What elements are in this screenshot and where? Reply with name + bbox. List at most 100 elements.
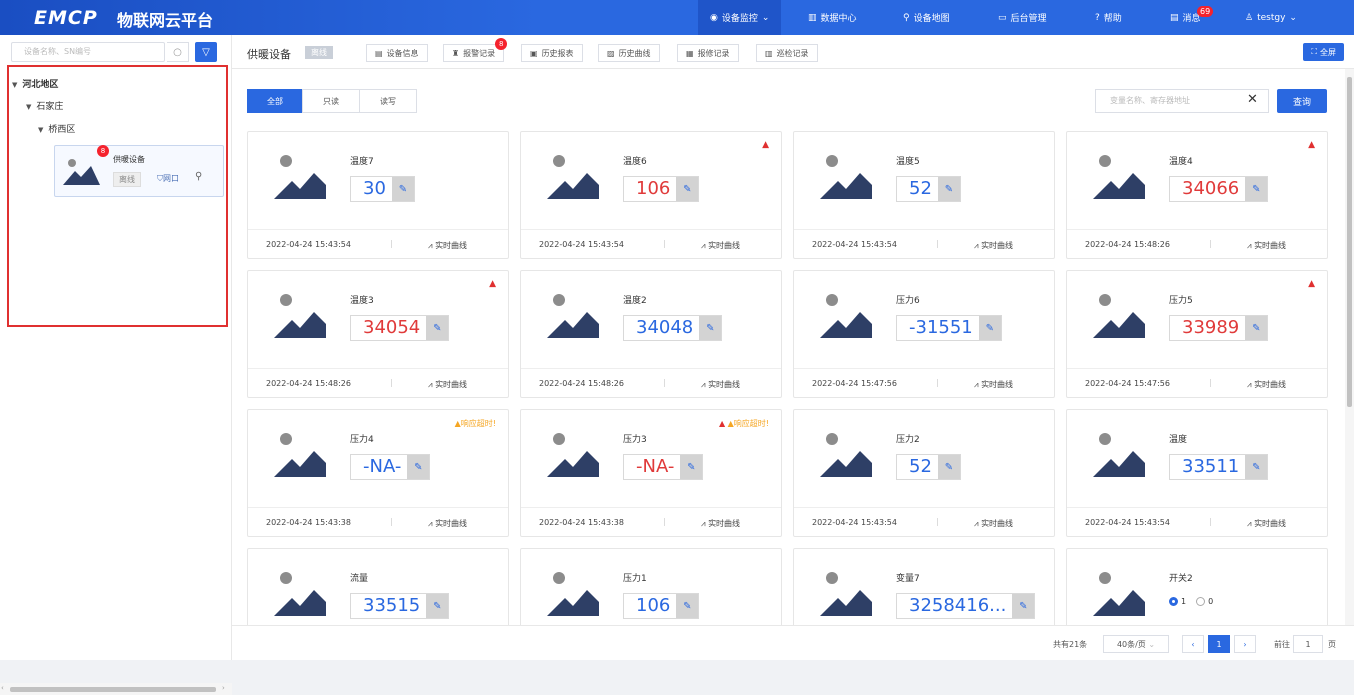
next-page-button[interactable]: › xyxy=(1234,635,1256,653)
variable-card[interactable]: 温度6 106 ✎ ▲ 2022-04-24 15:43:54 | ⩘ 实时曲线 xyxy=(520,131,782,259)
query-button[interactable]: 查询 xyxy=(1277,89,1327,113)
page-current[interactable]: 1 xyxy=(1208,635,1230,653)
tree-node-district[interactable]: ▼ 桥西区 xyxy=(38,122,75,135)
radio-option[interactable]: 0 xyxy=(1196,597,1213,606)
variable-card[interactable]: 开关2 1 0 xyxy=(1066,548,1328,630)
realtime-curve-link[interactable]: ⩘ 实时曲线 xyxy=(428,518,467,529)
realtime-curve-link[interactable]: ⩘ 实时曲线 xyxy=(701,240,740,251)
variable-card[interactable]: 温度 33511 ✎ 2022-04-24 15:43:54 | ⩘ 实时曲线 xyxy=(1066,409,1328,537)
variable-card[interactable]: 压力4 -NA- ✎ ▲响应超时! 2022-04-24 15:43:38 | ⩘ 实时曲线 xyxy=(247,409,509,537)
realtime-curve-link[interactable]: ⩘ 实时曲线 xyxy=(701,379,740,390)
message-icon: ▤ xyxy=(1170,12,1179,23)
tree-node-city[interactable]: ▼ 石家庄 xyxy=(26,99,63,112)
card-footer: 2022-04-24 15:48:26 | ⩘ 实时曲线 xyxy=(521,368,781,398)
edit-icon[interactable]: ✎ xyxy=(1245,177,1268,201)
horizontal-scrollbar[interactable]: ‹ › xyxy=(0,683,232,695)
variable-card[interactable]: 变量7 3258416... ✎ xyxy=(793,548,1055,630)
scroll-thumb[interactable] xyxy=(1347,77,1352,407)
nav-user[interactable]: ♙ testgy ⌄ xyxy=(1245,0,1297,35)
nav-help[interactable]: ? 帮助 xyxy=(1095,0,1122,35)
tree-node-region[interactable]: ▼ 河北地区 xyxy=(12,77,58,90)
fullscreen-button[interactable]: ⛶ 全屏 xyxy=(1303,43,1344,61)
variable-card[interactable]: 温度7 30 ✎ 2022-04-24 15:43:54 | ⩘ 实时曲线 xyxy=(247,131,509,259)
realtime-curve-link[interactable]: ⩘ 实时曲线 xyxy=(428,240,467,251)
realtime-curve-link[interactable]: ⩘ 实时曲线 xyxy=(1247,240,1286,251)
filter-readonly[interactable]: 只读 xyxy=(302,89,360,113)
edit-icon[interactable]: ✎ xyxy=(426,316,449,340)
clear-icon[interactable]: ✕ xyxy=(1247,92,1258,107)
edit-icon[interactable]: ✎ xyxy=(676,177,699,201)
radio-icon[interactable] xyxy=(1196,597,1206,606)
radio-label: 1 xyxy=(1181,597,1187,606)
nav-data-center[interactable]: ▥ 数据中心 xyxy=(808,0,857,35)
scroll-thumb[interactable] xyxy=(10,687,216,692)
realtime-curve-link[interactable]: ⩘ 实时曲线 xyxy=(1247,518,1286,529)
tab-device-info[interactable]: ▤ 设备信息 xyxy=(366,44,428,62)
nav-device-monitor[interactable]: ◉ 设备监控 ⌄ xyxy=(698,0,782,35)
variable-search-input[interactable]: 变量名称、寄存器地址 xyxy=(1095,89,1269,113)
realtime-curve-link[interactable]: ⩘ 实时曲线 xyxy=(974,379,1013,390)
realtime-curve-link[interactable]: ⩘ 实时曲线 xyxy=(974,518,1013,529)
nav-device-map[interactable]: ⚲ 设备地图 xyxy=(903,0,950,35)
help-icon: ? xyxy=(1095,12,1100,23)
scroll-left-icon[interactable]: ‹ xyxy=(1,684,4,692)
variable-card[interactable]: 温度2 34048 ✎ 2022-04-24 15:48:26 | ⩘ 实时曲线 xyxy=(520,270,782,398)
edit-icon[interactable]: ✎ xyxy=(1012,594,1035,618)
nav-admin[interactable]: ▭ 后台管理 xyxy=(998,0,1047,35)
device-card[interactable]: 8 供暖设备 离线 ⛉网口 ⚲ xyxy=(54,145,224,197)
goto-page-input[interactable]: 1 xyxy=(1293,635,1323,653)
radio-option[interactable]: 1 xyxy=(1169,597,1186,606)
device-status: 离线 xyxy=(113,172,141,187)
variable-card[interactable]: 压力3 -NA- ✎ ▲ ▲响应超时! 2022-04-24 15:43:38 | ⩘ 实时… xyxy=(520,409,782,537)
variable-card[interactable]: 温度4 34066 ✎ ▲ 2022-04-24 15:48:26 | ⩘ 实时曲线 xyxy=(1066,131,1328,259)
variable-card[interactable]: 压力5 33989 ✎ ▲ 2022-04-24 15:47:56 | ⩘ 实时曲线 xyxy=(1066,270,1328,398)
realtime-curve-link[interactable]: ⩘ 实时曲线 xyxy=(701,518,740,529)
variable-card[interactable]: 温度3 34054 ✎ ▲ 2022-04-24 15:48:26 | ⩘ 实时曲线 xyxy=(247,270,509,398)
image-placeholder-icon xyxy=(820,433,872,477)
page-size-select[interactable]: 40条/页 ⌄ xyxy=(1103,635,1169,653)
tab-inspection-records[interactable]: ▥ 巡检记录 xyxy=(756,44,818,62)
radio-icon[interactable] xyxy=(1169,597,1178,606)
edit-icon[interactable]: ✎ xyxy=(676,594,699,618)
tab-history-curve[interactable]: ▨ 历史曲线 xyxy=(598,44,660,62)
realtime-curve-link[interactable]: ⩘ 实时曲线 xyxy=(974,240,1013,251)
vertical-scrollbar[interactable] xyxy=(1345,69,1354,625)
search-icon[interactable]: ○ xyxy=(167,42,189,62)
filter-all[interactable]: 全部 xyxy=(247,89,303,113)
variable-card[interactable]: 温度5 52 ✎ 2022-04-24 15:43:54 | ⩘ 实时曲线 xyxy=(793,131,1055,259)
edit-icon[interactable]: ✎ xyxy=(978,316,1001,340)
variable-card[interactable]: 压力2 52 ✎ 2022-04-24 15:43:54 | ⩘ 实时曲线 xyxy=(793,409,1055,537)
edit-icon[interactable]: ✎ xyxy=(937,177,960,201)
nav-label: 设备监控 xyxy=(721,14,758,24)
tab-repair-records[interactable]: ▦ 报修记录 xyxy=(677,44,739,62)
edit-icon[interactable]: ✎ xyxy=(937,455,960,479)
filter-readwrite[interactable]: 读写 xyxy=(359,89,417,113)
device-search-input[interactable]: 设备名称、SN编号 xyxy=(11,42,165,62)
switch-radio-group[interactable]: 10 xyxy=(1169,597,1213,606)
edit-icon[interactable]: ✎ xyxy=(699,316,722,340)
edit-icon[interactable]: ✎ xyxy=(407,455,430,479)
edit-icon[interactable]: ✎ xyxy=(680,455,703,479)
nav-messages[interactable]: ▤ 消息 xyxy=(1170,0,1201,35)
edit-icon[interactable]: ✎ xyxy=(1245,316,1268,340)
variable-card[interactable]: 压力6 -31551 ✎ 2022-04-24 15:47:56 | ⩘ 实时曲线 xyxy=(793,270,1055,398)
tab-history-report[interactable]: ▣ 历史报表 xyxy=(521,44,583,62)
card-footer: 2022-04-24 15:43:54 | ⩘ 实时曲线 xyxy=(248,229,508,259)
filter-icon[interactable]: ▽ xyxy=(195,42,217,62)
value-box: 106 ✎ xyxy=(623,176,700,202)
realtime-curve-link[interactable]: ⩘ 实时曲线 xyxy=(428,379,467,390)
variable-card[interactable]: 压力1 106 ✎ xyxy=(520,548,782,630)
realtime-label: 实时曲线 xyxy=(981,241,1014,250)
edit-icon[interactable]: ✎ xyxy=(391,177,414,201)
nav-label: 数据中心 xyxy=(820,14,857,24)
edit-icon[interactable]: ✎ xyxy=(1245,455,1268,479)
realtime-curve-link[interactable]: ⩘ 实时曲线 xyxy=(1247,379,1286,390)
edit-icon[interactable]: ✎ xyxy=(426,594,449,618)
divider: | xyxy=(390,239,393,248)
variable-card[interactable]: 流量 33515 ✎ xyxy=(247,548,509,630)
message-badge: 69 xyxy=(1197,6,1214,17)
tab-alarm-records[interactable]: ♜ 报警记录 8 xyxy=(443,38,508,62)
scroll-right-icon[interactable]: › xyxy=(222,684,225,692)
location-pin-icon[interactable]: ⚲ xyxy=(195,171,202,182)
prev-page-button[interactable]: ‹ xyxy=(1182,635,1204,653)
